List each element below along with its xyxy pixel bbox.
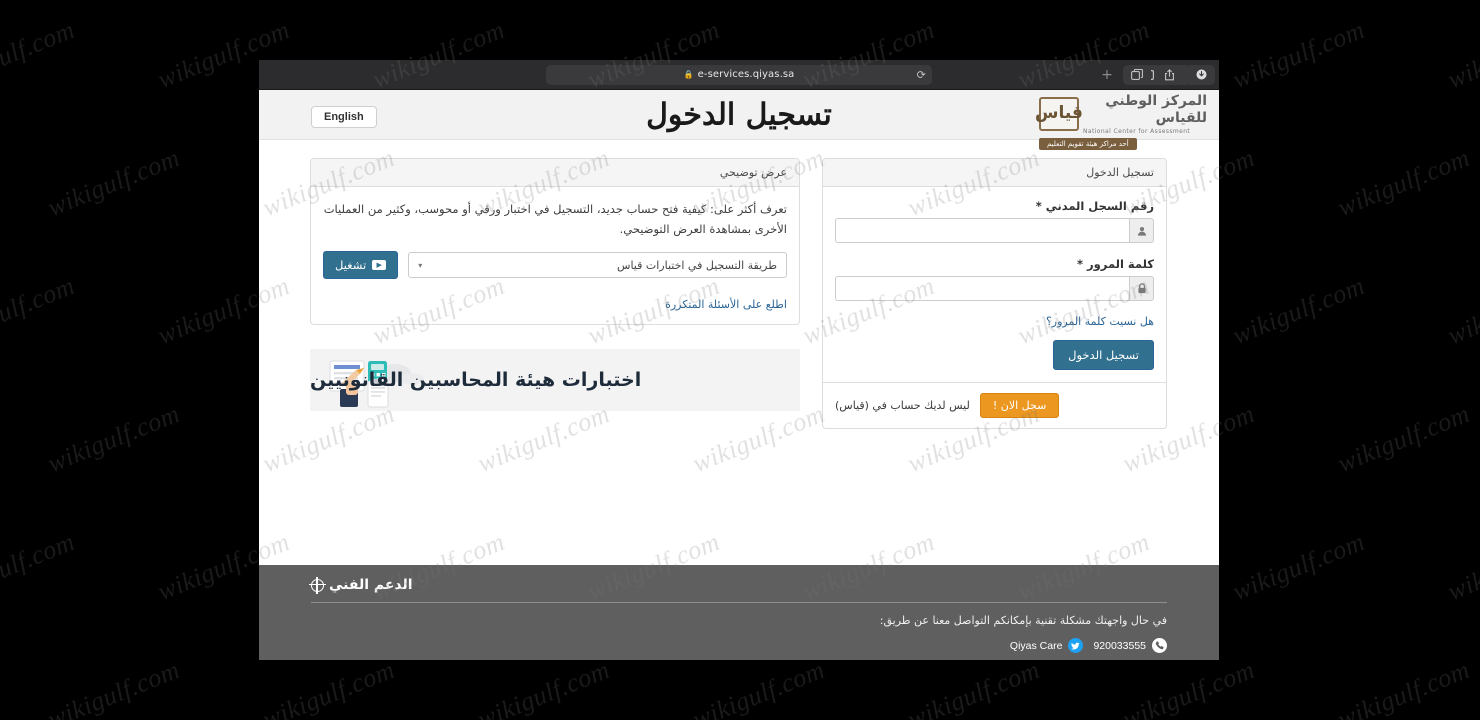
watermark-text: wikigulf.com [0, 14, 80, 95]
tabs-overview-button[interactable] [1124, 64, 1152, 85]
watermark-text: wikigulf.com [474, 654, 615, 720]
toolbar-right-group: + [1098, 62, 1216, 88]
login-panel: تسجيل الدخول رقم السجل المدني * كلمة الم… [823, 158, 1168, 429]
lock-icon: 🔒 [684, 70, 695, 79]
watermark-text: wikigulf.com [0, 270, 80, 351]
accountants-exam-banner[interactable]: اختبارات هيئة المحاسبين القانونيين [311, 349, 801, 412]
login-submit-button[interactable]: تسجيل الدخول [1054, 340, 1155, 370]
site-header: المركز الوطني للقياس National Center for… [260, 90, 1220, 150]
support-subtitle: في حال واجهتك مشكلة تقنية بإمكانكم التوا… [880, 614, 1168, 627]
password-label: كلمة المرور * [1078, 257, 1155, 271]
logo-row: المركز الوطني للقياس National Center for… [1036, 93, 1208, 135]
download-icon [1197, 69, 1207, 80]
watermark-text: wikigulf.com [689, 654, 830, 720]
logo-badge: قياس [1036, 96, 1084, 131]
watermark-text: wikigulf.com [0, 526, 80, 607]
register-now-button[interactable]: سجل الان ! [980, 393, 1061, 418]
new-tab-button[interactable]: + [1098, 62, 1118, 88]
national-id-input[interactable] [836, 218, 1130, 243]
browser-window: ❮ ❯ 🔒 e-services.qiyas.sa ⟳ [260, 60, 1220, 660]
footer-divider [312, 602, 1168, 603]
page-content: المركز الوطني للقياس National Center for… [260, 90, 1220, 660]
watermark-text: wikigulf.com [1334, 654, 1475, 720]
logo-text-block: المركز الوطني للقياس National Center for… [1084, 93, 1208, 135]
address-bar-url: e-services.qiyas.sa [698, 69, 796, 80]
forgot-password-link[interactable]: هل نسيت كلمة المرور؟ [1047, 315, 1155, 328]
national-id-label: رقم السجل المدني * [1036, 199, 1155, 213]
watermark-text: wikigulf.com [44, 142, 185, 223]
play-button-label: تشغيل [336, 258, 368, 273]
watermark-text: wikigulf.com [44, 654, 185, 720]
watermark-text: wikigulf.com [1334, 398, 1475, 479]
download-button[interactable] [1188, 64, 1216, 85]
no-account-text: ليس لديك حساب في (قياس) [836, 399, 971, 412]
watermark-text: wikigulf.com [1334, 142, 1475, 223]
watermark-text: wikigulf.com [44, 398, 185, 479]
watermark-text: wikigulf.com [1119, 654, 1260, 720]
forgot-password-row: هل نسيت كلمة المرور؟ [836, 315, 1155, 328]
support-target-icon [310, 576, 327, 594]
reload-button[interactable]: ⟳ [918, 68, 927, 81]
share-icon [1165, 68, 1175, 80]
site-footer: الدعم الفني في حال واجهتك مشكلة تقنية بإ… [260, 565, 1220, 660]
page-title: تسجيل الدخول [647, 97, 833, 132]
login-button-row: تسجيل الدخول [836, 340, 1155, 370]
chevron-down-icon: ▾ [419, 260, 424, 270]
contact-phone-label: 920033555 [1094, 639, 1147, 652]
demo-panel: عرض توضيحي تعرف أكثر على: كيفية فتح حساب… [311, 158, 801, 326]
demo-description: تعرف أكثر على: كيفية فتح حساب جديد، التس… [324, 202, 788, 237]
language-toggle-button[interactable]: English [312, 106, 378, 128]
tabs-overview-icon [1132, 69, 1144, 80]
logo-arabic-name: المركز الوطني للقياس [1106, 93, 1208, 126]
demo-panel-body: تعرف أكثر على: كيفية فتح حساب جديد، التس… [312, 187, 800, 324]
contact-twitter[interactable]: Qiyas Care [1011, 638, 1085, 653]
password-group [836, 276, 1155, 301]
register-footer: سجل الان ! ليس لديك حساب في (قياس) [824, 382, 1167, 428]
demo-panel-heading: عرض توضيحي [312, 159, 800, 187]
address-bar[interactable]: 🔒 e-services.qiyas.sa ⟳ [547, 64, 933, 85]
watermark-text: wikigulf.com [1444, 14, 1480, 95]
faq-link[interactable]: اطلع على الأسئلة المتكررة [666, 298, 788, 311]
demo-video-row: طريقة التسجيل في اختبارات قياس ▾ ▶ تشغيل [324, 251, 788, 280]
login-form: رقم السجل المدني * كلمة المرور * هل نسيت… [824, 187, 1167, 382]
video-select-value: طريقة التسجيل في اختبارات قياس [618, 258, 778, 272]
watermark-text: wikigulf.com [1229, 270, 1370, 351]
demo-column: عرض توضيحي تعرف أكثر على: كيفية فتح حساب… [311, 158, 801, 412]
watermark-text: wikigulf.com [904, 654, 1045, 720]
banner-title: اختبارات هيئة المحاسبين القانونيين [311, 369, 643, 392]
contact-twitter-label: Qiyas Care [1010, 639, 1064, 652]
contact-phone[interactable]: 920033555 [1094, 638, 1168, 653]
twitter-icon [1069, 638, 1085, 653]
watermark-text: wikigulf.com [1444, 270, 1480, 351]
phone-icon [1153, 638, 1168, 653]
password-input[interactable] [836, 276, 1130, 301]
video-select[interactable]: طريقة التسجيل في اختبارات قياس ▾ [409, 252, 788, 279]
lock-icon [1130, 276, 1155, 301]
support-contacts: Qiyas Care 920033555 [312, 638, 1168, 653]
watermark-text: wikigulf.com [1229, 14, 1370, 95]
youtube-icon: ▶ [373, 260, 388, 271]
national-id-group [836, 218, 1155, 243]
play-video-button[interactable]: ▶ تشغيل [324, 251, 400, 280]
support-title-text: الدعم الفني [330, 577, 414, 593]
two-column-layout: تسجيل الدخول رقم السجل المدني * كلمة الم… [311, 158, 1168, 429]
user-icon [1130, 218, 1155, 243]
browser-toolbar: ❮ ❯ 🔒 e-services.qiyas.sa ⟳ [260, 60, 1220, 90]
watermark-text: wikigulf.com [1444, 526, 1480, 607]
login-column: تسجيل الدخول رقم السجل المدني * كلمة الم… [823, 158, 1168, 429]
share-button[interactable] [1156, 64, 1184, 85]
watermark-text: wikigulf.com [259, 654, 400, 720]
screen-root: ❮ ❯ 🔒 e-services.qiyas.sa ⟳ [0, 0, 1480, 720]
login-panel-heading: تسجيل الدخول [824, 159, 1167, 187]
support-title-row: الدعم الفني [310, 576, 1168, 594]
watermark-text: wikigulf.com [1229, 526, 1370, 607]
logo-english-name: National Center for Assessment [1084, 127, 1192, 135]
